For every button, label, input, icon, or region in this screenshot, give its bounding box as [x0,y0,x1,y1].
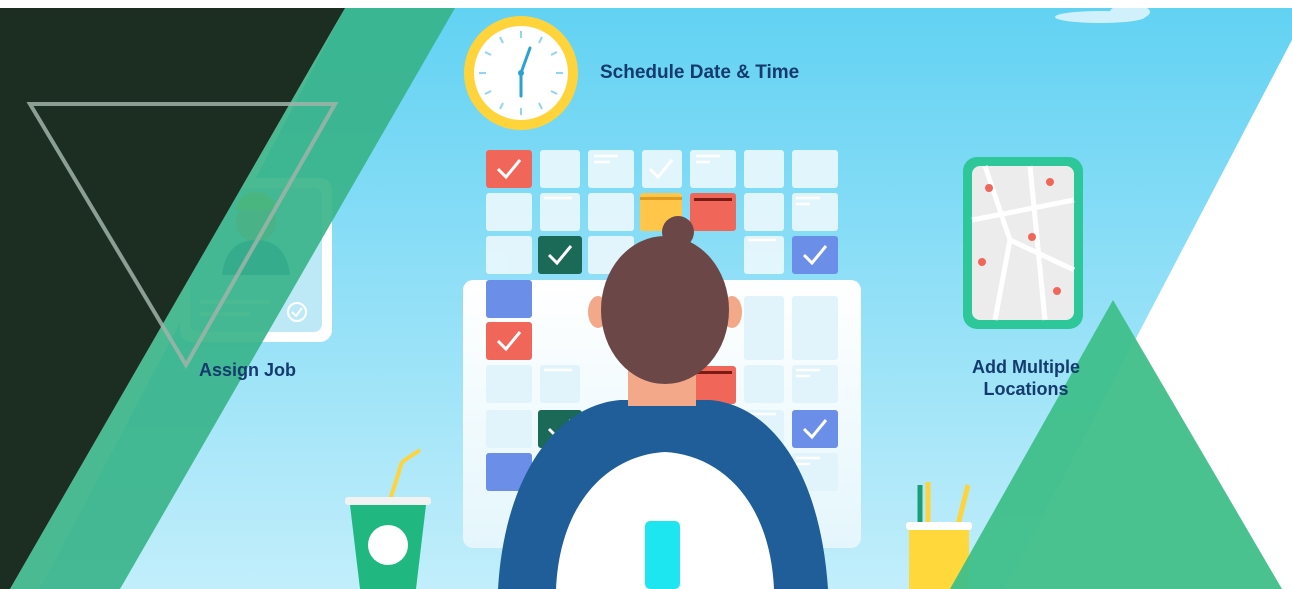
scene-svg [0,0,1292,589]
blue-check-tile [792,236,838,274]
blue-check-tile-2 [792,410,838,448]
clock-icon [464,16,578,130]
map-pin-icon [963,157,1083,329]
red-check-tile [486,150,532,188]
top-border [0,0,1292,8]
blue-tile [486,280,532,318]
banner-illustration: Schedule Date & Time Assign Job Add Mult… [0,0,1292,589]
dark-green-check-tile [538,236,582,274]
red-check-tile-2 [486,322,532,360]
assign-job-label: Assign Job [199,360,297,380]
add-locations-label: Add Multiple Locations [972,357,1080,399]
schedule-label: Schedule Date & Time [600,62,800,83]
